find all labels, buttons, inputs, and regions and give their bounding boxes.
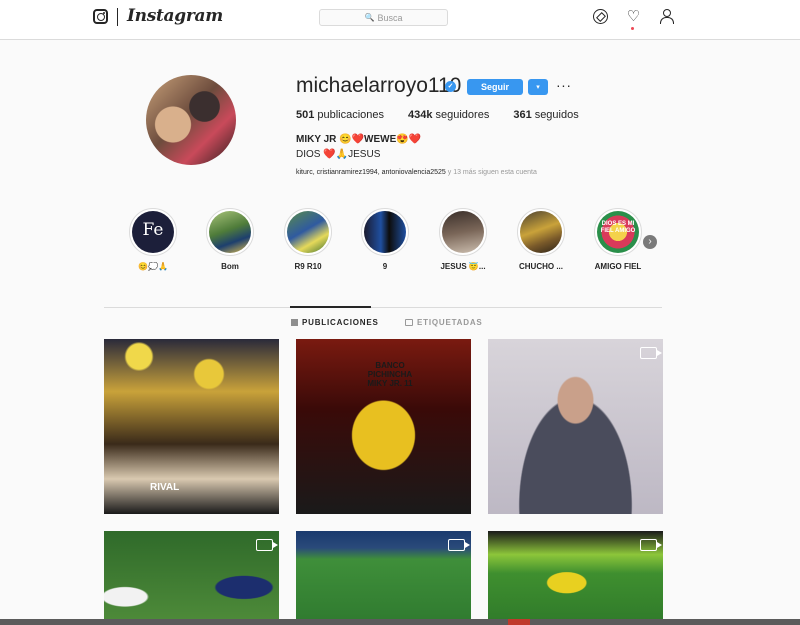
bio-full-name: MIKY JR 😊❤️WEWE😍❤️ (296, 134, 422, 145)
following-count-label: seguidos (534, 109, 579, 121)
highlight-item[interactable]: CHUCHO ... (510, 208, 572, 271)
highlight-label: JESUS 😇... (440, 262, 486, 271)
highlight-item[interactable]: Fe 😊💭🙏 (122, 208, 184, 271)
highlight-ring: Fe (129, 208, 177, 256)
highlight-cover (364, 211, 406, 253)
bottom-indicator (508, 619, 530, 625)
highlight-item[interactable]: 9 (354, 208, 416, 271)
post-thumbnail[interactable] (488, 339, 663, 514)
highlight-cover-text: DIOS ES MI FIEL AMIGO (600, 221, 636, 234)
bio-text: DIOS ❤️🙏JESUS (296, 149, 381, 160)
highlight-cover (209, 211, 251, 253)
chevron-right-icon[interactable]: › (643, 235, 657, 249)
profile-avatar[interactable] (146, 75, 236, 165)
highlight-label: AMIGO FIEL (594, 262, 642, 271)
highlight-ring (439, 208, 487, 256)
follow-button[interactable]: Seguir (467, 79, 523, 95)
highlight-ring (517, 208, 565, 256)
search-input[interactable]: 🔍 Busca (319, 9, 448, 26)
tab-posts[interactable]: PUBLICACIONES (291, 318, 379, 327)
highlight-ring (206, 208, 254, 256)
video-icon (256, 539, 278, 551)
followed-by-more: y 13 más siguen esta cuenta (445, 169, 537, 176)
highlight-ring: DIOS ES MI FIEL AMIGO (594, 208, 642, 256)
following-count-value: 361 (513, 109, 532, 121)
video-icon (640, 347, 662, 359)
video-icon (448, 539, 470, 551)
highlight-cover: DIOS ES MI FIEL AMIGO (597, 211, 639, 253)
tagged-icon (405, 319, 413, 326)
tab-tagged-label: ETIQUETADAS (417, 318, 483, 327)
active-tab-indicator (290, 306, 371, 308)
highlight-ring (284, 208, 332, 256)
profile-username: michaelarroyo110 (296, 74, 462, 97)
posts-count-value: 501 (296, 109, 315, 121)
heart-icon[interactable]: ♡ (626, 9, 641, 24)
highlight-ring (361, 208, 409, 256)
tab-tagged[interactable]: ETIQUETADAS (405, 318, 483, 327)
highlight-cover: Fe (132, 211, 174, 253)
notification-dot (631, 27, 634, 30)
search-icon: 🔍 (364, 13, 375, 22)
instagram-wordmark[interactable]: Instagram (127, 6, 223, 26)
verified-badge-icon: ✓ (445, 81, 456, 92)
highlight-label: Bom (221, 262, 239, 271)
highlight-cover (520, 211, 562, 253)
posts-count-label: publicaciones (317, 109, 385, 121)
highlight-item[interactable]: DIOS ES MI FIEL AMIGO AMIGO FIEL (587, 208, 649, 271)
post-thumbnail[interactable]: BANCO PICHINCHA MIKY JR. 11 (296, 339, 471, 514)
logo-divider (117, 8, 118, 26)
chevron-down-icon[interactable]: ▾ (528, 79, 548, 95)
post-thumbnail[interactable] (296, 531, 471, 625)
post-caption: RIVAL (150, 482, 180, 493)
video-icon (640, 539, 662, 551)
post-caption: BANCO PICHINCHA MIKY JR. 11 (367, 361, 413, 388)
post-thumbnail[interactable] (104, 531, 279, 625)
highlight-cover (287, 211, 329, 253)
highlight-label: 😊💭🙏 (138, 262, 168, 271)
followed-by[interactable]: kiturc, cristianramirez1994, antoniovale… (296, 169, 537, 176)
followed-by-names: kiturc, cristianramirez1994, antoniovale… (296, 169, 446, 176)
followers-count-value: 434k (408, 109, 433, 121)
profile-stats: 501 publicaciones 434k seguidores 361 segui… (296, 109, 579, 121)
person-icon[interactable] (659, 9, 674, 24)
highlight-cover-text: Fe (142, 220, 164, 240)
following-count[interactable]: 361 seguidos (513, 109, 578, 121)
tab-posts-label: PUBLICACIONES (302, 318, 379, 327)
highlight-item[interactable]: R9 R10 (277, 208, 339, 271)
highlight-item[interactable]: JESUS 😇... (432, 208, 494, 271)
posts-count: 501 publicaciones (296, 109, 384, 121)
search-placeholder: Busca (377, 12, 403, 23)
tab-divider (104, 307, 662, 308)
followers-count-label: seguidores (435, 109, 490, 121)
top-navigation-bar: Instagram 🔍 Busca ♡ (0, 0, 800, 40)
grid-icon (291, 319, 298, 326)
highlight-label: R9 R10 (294, 262, 322, 271)
instagram-logo-icon[interactable] (93, 9, 108, 24)
compass-icon[interactable] (593, 9, 608, 24)
highlight-label: 9 (382, 262, 388, 271)
highlight-item[interactable]: Bom (199, 208, 261, 271)
post-thumbnail[interactable] (488, 531, 663, 625)
highlight-label: CHUCHO ... (519, 262, 563, 271)
highlight-cover (442, 211, 484, 253)
post-thumbnail[interactable]: RIVAL (104, 339, 279, 514)
more-options-button[interactable]: ··· (556, 77, 572, 93)
browser-bottom-bar (0, 619, 800, 625)
followers-count[interactable]: 434k seguidores (408, 109, 489, 121)
